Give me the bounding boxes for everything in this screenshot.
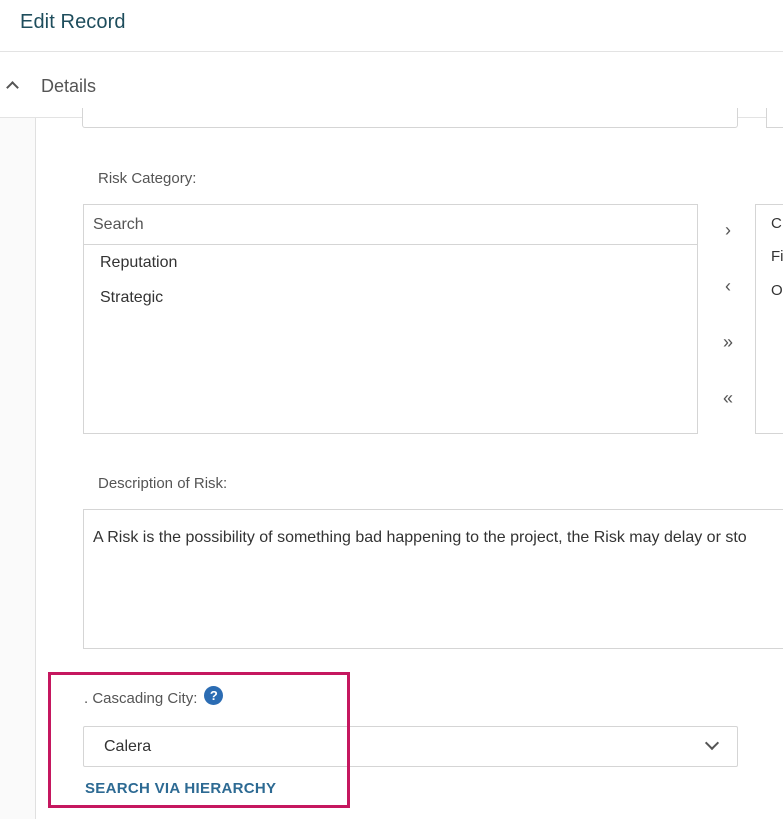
move-all-right-button[interactable]: »: [712, 328, 744, 356]
move-left-button[interactable]: ‹: [712, 272, 744, 300]
description-text: A Risk is the possibility of something b…: [93, 529, 747, 546]
description-textarea[interactable]: A Risk is the possibility of something b…: [83, 509, 783, 649]
list-item-strategic[interactable]: Strategic: [100, 289, 163, 307]
cascading-city-label-row: . Cascading City: ?: [84, 685, 224, 709]
help-icon[interactable]: ?: [204, 685, 224, 705]
page-header: Edit Record: [0, 0, 783, 52]
selected-list-item[interactable]: C: [771, 215, 782, 232]
move-all-left-button[interactable]: «: [712, 384, 744, 412]
risk-category-label: Risk Category:: [98, 170, 197, 187]
chevron-down-icon[interactable]: [704, 735, 720, 751]
list-item-reputation[interactable]: Reputation: [100, 254, 177, 272]
page-title: Edit Record: [20, 11, 126, 33]
chevron-up-icon[interactable]: [6, 81, 19, 94]
search-via-hierarchy-link[interactable]: SEARCH VIA HIERARCHY: [85, 780, 276, 797]
previous-field-input[interactable]: [82, 108, 738, 128]
description-label: Description of Risk:: [98, 475, 228, 492]
cascading-city-value: Calera: [104, 738, 152, 755]
selected-list-item[interactable]: O: [771, 282, 783, 299]
selected-list-item[interactable]: Fi: [771, 248, 783, 265]
risk-category-selected-list[interactable]: C Fi O: [755, 204, 783, 434]
previous-field-input-right[interactable]: [766, 108, 783, 128]
move-right-button[interactable]: ›: [712, 216, 744, 244]
cascading-city-select[interactable]: Calera: [83, 726, 738, 767]
section-title: Details: [41, 76, 97, 96]
risk-category-available-list[interactable]: Reputation Strategic: [83, 204, 698, 434]
risk-category-search-input[interactable]: [84, 205, 697, 245]
cascading-city-label: . Cascading City:: [84, 689, 198, 707]
